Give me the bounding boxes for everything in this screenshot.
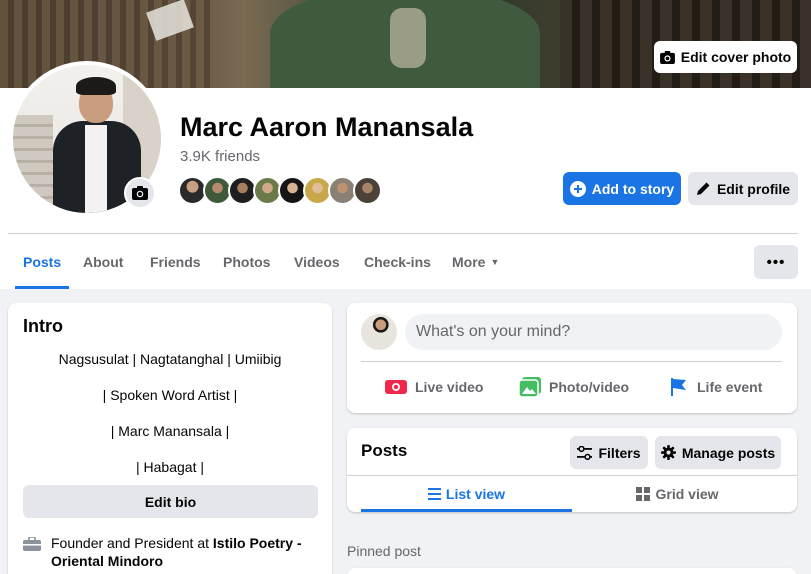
profile-tabs: Posts About Friends Photos Videos Check-… xyxy=(8,234,798,289)
profile-name: Marc Aaron Manansala xyxy=(180,112,474,142)
bio-line: Nagsusulat | Nagtatanghal | Umiibig xyxy=(58,351,282,367)
tab-friends[interactable]: Friends xyxy=(150,234,201,289)
caret-down-icon: ▼ xyxy=(490,256,500,267)
grid-view-tab[interactable]: Grid view xyxy=(572,476,783,512)
ellipsis-icon: ••• xyxy=(766,253,786,271)
friend-avatar[interactable] xyxy=(353,176,382,205)
intro-title: Intro xyxy=(23,316,63,336)
life-event-flag-icon xyxy=(671,378,686,396)
tab-check-ins[interactable]: Check-ins xyxy=(364,234,431,289)
photo-video-icon xyxy=(519,377,541,397)
plus-circle-icon xyxy=(569,180,586,197)
photo-video-button[interactable]: Photo/video xyxy=(519,371,629,403)
grid-icon xyxy=(636,487,651,501)
composer-avatar[interactable] xyxy=(361,314,397,350)
tab-more[interactable]: More ▼ xyxy=(452,234,499,289)
edit-profile-label: Edit profile xyxy=(716,180,791,197)
pinned-post-card xyxy=(347,568,797,574)
posts-section: Posts Filters Manage posts List view Gri… xyxy=(347,428,797,512)
tab-photos[interactable]: Photos xyxy=(223,234,270,289)
filters-button[interactable]: Filters xyxy=(570,436,648,469)
filters-icon xyxy=(577,445,593,460)
list-view-tab[interactable]: List view xyxy=(361,476,572,512)
edit-bio-button[interactable]: Edit bio xyxy=(23,485,318,518)
bio-line: | Marc Manansala | xyxy=(110,423,230,439)
post-composer: What's on your mind? Live video Photo/vi… xyxy=(347,303,797,413)
live-video-icon xyxy=(385,380,407,394)
gear-icon xyxy=(660,445,676,460)
bio-line: | Habagat | xyxy=(136,459,204,475)
work-prefix: Founder and President at xyxy=(51,535,213,551)
life-event-button[interactable]: Life event xyxy=(669,371,762,403)
live-video-button[interactable]: Live video xyxy=(385,371,483,403)
manage-posts-button[interactable]: Manage posts xyxy=(655,436,781,469)
intro-card: Intro Nagsusulat | Nagtatanghal | Umiibi… xyxy=(8,303,332,574)
pinned-post-label: Pinned post xyxy=(347,543,421,559)
friend-avatars xyxy=(178,176,382,206)
edit-cover-photo-label: Edit cover photo xyxy=(680,49,792,65)
edit-profile-button[interactable]: Edit profile xyxy=(688,172,798,205)
bio-line: | Spoken Word Artist | xyxy=(102,387,238,403)
profile-header: Edit cover photo Marc Aaron Manansala 3.… xyxy=(0,0,811,289)
camera-icon xyxy=(659,50,675,64)
profile-options-button[interactable]: ••• xyxy=(754,245,798,279)
briefcase-icon xyxy=(23,537,41,551)
add-to-story-label: Add to story xyxy=(591,180,675,197)
edit-cover-photo-button[interactable]: Edit cover photo xyxy=(654,41,797,73)
tab-posts[interactable]: Posts xyxy=(14,234,70,289)
pencil-icon xyxy=(696,182,710,195)
add-to-story-button[interactable]: Add to story xyxy=(563,172,681,205)
posts-title: Posts xyxy=(361,441,408,460)
update-profile-picture-button[interactable] xyxy=(124,177,156,209)
camera-icon xyxy=(132,186,148,200)
tab-videos[interactable]: Videos xyxy=(294,234,340,289)
tab-about[interactable]: About xyxy=(83,234,123,289)
work-info: Founder and President at Istilo Poetry -… xyxy=(23,534,323,570)
list-icon xyxy=(427,488,441,500)
friends-count[interactable]: 3.9K friends xyxy=(180,148,260,165)
whats-on-your-mind-input[interactable]: What's on your mind? xyxy=(405,314,782,350)
